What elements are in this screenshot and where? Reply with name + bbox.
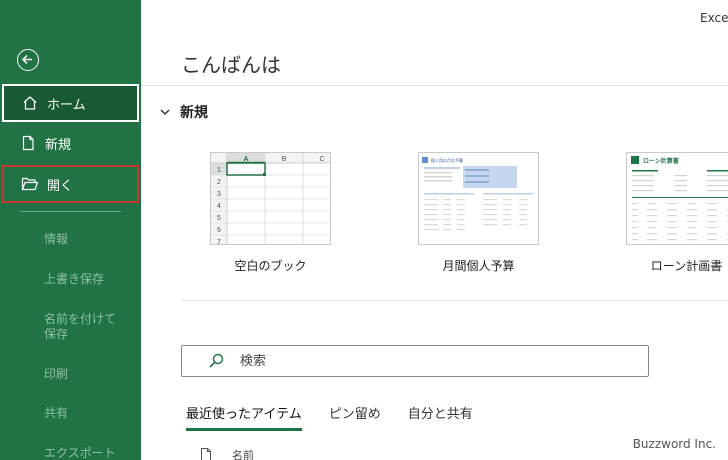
new-document-icon xyxy=(18,133,38,153)
nav-item-export[interactable]: エクスポート xyxy=(44,446,134,460)
tab-recent[interactable]: 最近使ったアイテム xyxy=(186,403,302,431)
search-icon xyxy=(209,353,224,368)
row-header: 5 xyxy=(217,215,221,222)
document-icon xyxy=(201,448,211,460)
template-caption: 月間個人予算 xyxy=(442,259,515,273)
folder-open-icon xyxy=(20,174,40,194)
nav-item-home[interactable]: ホーム xyxy=(2,84,139,122)
template-thumbnail: ローン計算書 xyxy=(626,152,728,245)
template-thumbnail: A B C 1 2 3 4 5 6 7 xyxy=(210,152,331,245)
nav-item-share[interactable]: 共有 xyxy=(44,406,134,421)
home-icon xyxy=(20,93,40,113)
nav-item-open[interactable]: 開く xyxy=(2,165,139,203)
new-section-title: 新規 xyxy=(180,105,208,121)
nav-item-label: ホーム xyxy=(47,97,86,113)
nav-item-save[interactable]: 上書き保存 xyxy=(44,272,134,287)
divider xyxy=(141,85,728,86)
nav-item-new[interactable]: 新規 xyxy=(0,124,141,162)
row-header: 6 xyxy=(217,227,221,234)
watermark: Buzzword Inc. xyxy=(632,437,716,451)
template-caption: 空白のブック xyxy=(234,259,307,273)
nav-item-info[interactable]: 情報 xyxy=(44,232,134,247)
nav-divider xyxy=(20,211,121,212)
back-arrow-icon xyxy=(21,54,32,65)
window-title: Exce xyxy=(700,11,728,25)
search-box[interactable] xyxy=(181,345,649,377)
row-header: 3 xyxy=(217,191,221,198)
greeting-heading: こんばんは xyxy=(181,53,281,77)
nav-item-label: 開く xyxy=(47,178,74,194)
row-header: 7 xyxy=(217,239,221,245)
thumb-title: 個人用の月次予算 xyxy=(431,157,463,163)
sidebar: ホーム 新規 開く 情報 上書き保存 名前を付けて保存 印刷 共有 エクスポート xyxy=(0,0,141,460)
col-header: A xyxy=(243,156,248,163)
row-header: 2 xyxy=(217,179,221,186)
file-tabs: 最近使ったアイテム ピン留め 自分と共有 xyxy=(186,403,500,431)
back-button[interactable] xyxy=(17,49,39,71)
template-loan-calculator[interactable]: ローン計算書 ローン計画書 xyxy=(626,152,728,273)
chevron-down-icon xyxy=(160,109,170,116)
template-caption: ローン計画書 xyxy=(650,259,723,273)
thumb-title: ローン計算書 xyxy=(643,157,679,165)
row-header: 1 xyxy=(217,167,221,174)
divider xyxy=(181,300,728,301)
template-thumbnail: 個人用の月次予算 xyxy=(418,152,539,245)
new-section-header[interactable]: 新規 xyxy=(160,102,208,122)
nav-item-label: 新規 xyxy=(45,137,72,153)
col-header: B xyxy=(282,156,287,163)
tab-shared[interactable]: 自分と共有 xyxy=(408,403,473,431)
template-blank-workbook[interactable]: A B C 1 2 3 4 5 6 7 空白のブック xyxy=(210,152,331,273)
search-input[interactable] xyxy=(240,353,620,369)
list-header: 名前 xyxy=(200,447,254,460)
col-header: C xyxy=(319,156,324,163)
tab-pinned[interactable]: ピン留め xyxy=(329,403,381,431)
row-header: 4 xyxy=(217,203,221,210)
template-monthly-budget[interactable]: 個人用の月次予算 月間個人予算 xyxy=(418,152,539,273)
column-header-name[interactable]: 名前 xyxy=(232,447,254,460)
nav-item-print[interactable]: 印刷 xyxy=(44,367,134,382)
nav-item-save-as[interactable]: 名前を付けて保存 xyxy=(44,312,126,342)
